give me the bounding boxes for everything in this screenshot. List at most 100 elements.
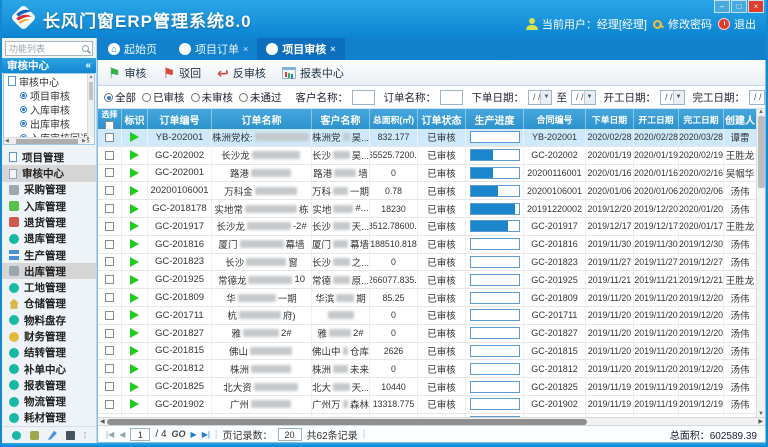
sidebar-menu-item[interactable]: 耗材管理 xyxy=(2,410,96,426)
row-checkbox[interactable] xyxy=(105,222,114,231)
sidebar-menu-item[interactable]: 结转管理 xyxy=(2,345,96,361)
dropdown-icon[interactable]: ▼ xyxy=(584,91,595,104)
dropdown-icon[interactable]: ▼ xyxy=(540,91,551,104)
start-date-input[interactable]: / / ▼ xyxy=(660,90,685,105)
go-button[interactable]: GO xyxy=(172,429,186,439)
table-row[interactable]: GC-201816 厦门幕墙 厦门幕墙 188510.818 已审核 xyxy=(98,236,756,254)
tree-vertical-scrollbar[interactable]: ▲ xyxy=(87,74,94,137)
collapse-icon[interactable]: « xyxy=(85,60,91,71)
sidebar-menu-item[interactable]: 项目管理 xyxy=(2,149,96,165)
column-header-area[interactable]: 总面积(㎡) xyxy=(370,109,418,129)
scrollbar-thumb[interactable] xyxy=(107,419,587,425)
table-row[interactable]: GC-201815 佛山 佛山中仓库 2626 已审核 xyxy=(98,343,756,361)
sidebar-menu-item[interactable]: 生产管理 xyxy=(2,247,96,263)
select-all-checkbox[interactable] xyxy=(105,121,114,130)
pen-icon[interactable] xyxy=(48,431,57,440)
status-radio[interactable]: 未审核 xyxy=(191,90,234,105)
table-row[interactable]: GC-201711 杭府) 0 已审核 xyxy=(98,307,756,325)
toolbar-button[interactable]: 驳回 xyxy=(163,65,202,81)
customer-name-input[interactable] xyxy=(352,90,375,105)
column-header-start-date[interactable]: 开工日期 xyxy=(634,109,679,129)
row-checkbox[interactable] xyxy=(105,257,114,266)
last-page-button[interactable]: ▶| xyxy=(202,430,210,439)
sidebar-menu-item[interactable]: 退库管理 xyxy=(2,231,96,247)
radio-icon[interactable] xyxy=(142,93,151,102)
table-row[interactable]: GC-2018178 实地常栋 实地#... 18230 已审核 xyxy=(98,200,756,218)
radio-icon[interactable] xyxy=(191,93,200,102)
table-row[interactable]: GC-202001 路港 路港墙 0 已审核 xyxy=(98,165,756,183)
table-row[interactable]: GC-201825 北大资 北大天... 10440 已审核 xyxy=(98,378,756,396)
close-button[interactable]: × xyxy=(748,0,764,13)
table-row[interactable]: GC-201812 株洲 株洲未来 0 已审核 xyxy=(98,360,756,378)
tree-item[interactable]: 入库审核 xyxy=(4,102,94,116)
cart-icon[interactable] xyxy=(30,431,39,440)
column-header-order-name[interactable]: 订单名称 xyxy=(212,109,312,129)
toolbar-button[interactable]: 反审核 xyxy=(217,65,266,81)
more-icon[interactable]: ⁞ xyxy=(84,431,86,440)
status-radio[interactable]: 全部 xyxy=(104,90,136,105)
order-name-input[interactable] xyxy=(440,90,463,105)
sidebar-menu-item[interactable]: 工地管理 xyxy=(2,279,96,295)
table-row[interactable]: GC-201823 长沙窗 长沙之... 0 已审核 xyxy=(98,254,756,272)
column-header-customer[interactable]: 客户名称 xyxy=(312,109,370,129)
change-password-button[interactable]: 修改密码 xyxy=(653,16,712,32)
table-row[interactable]: GC-201925 常德龙10 常德原... 266077.835.. 已审核 xyxy=(98,271,756,289)
tree-horizontal-scrollbar[interactable]: ◀▶ xyxy=(4,137,87,144)
dot-icon[interactable] xyxy=(12,431,21,440)
page-size-input[interactable]: 20 xyxy=(278,428,302,441)
tab[interactable]: ⌂ 起始页 xyxy=(99,38,170,60)
column-header-creator[interactable]: 创建人 xyxy=(724,109,756,129)
row-checkbox[interactable] xyxy=(105,364,114,373)
row-checkbox[interactable] xyxy=(105,240,114,249)
sidebar-menu-item[interactable]: 物料盘存 xyxy=(2,312,96,328)
sidebar-menu-item[interactable]: 出库管理 xyxy=(2,263,96,279)
maximize-button[interactable]: □ xyxy=(731,0,747,13)
tree-item[interactable]: 出库审核 xyxy=(4,116,94,130)
horizontal-scrollbar[interactable]: ◀ ▶ xyxy=(98,417,765,425)
row-checkbox[interactable] xyxy=(105,186,114,195)
sidebar-menu-item[interactable]: 入库管理 xyxy=(2,198,96,214)
book-icon[interactable] xyxy=(66,431,75,440)
column-header-finish-date[interactable]: 完工日期 xyxy=(679,109,724,129)
row-checkbox[interactable] xyxy=(105,151,114,160)
logout-button[interactable]: 退出 xyxy=(718,16,756,32)
sidebar-menu-item[interactable]: 补单中心 xyxy=(2,361,96,377)
table-row[interactable]: GC-201902 广州 广州万森林 13318.775 已审核 xyxy=(98,396,756,414)
row-checkbox[interactable] xyxy=(105,293,114,302)
column-header-progress[interactable]: 生产进度 xyxy=(466,109,524,129)
close-tab-icon[interactable]: × xyxy=(243,44,248,54)
tab[interactable]: 项目订单 × xyxy=(170,38,257,60)
toolbar-button[interactable]: 报表中心 xyxy=(282,65,344,81)
page-number-input[interactable]: 1 xyxy=(130,428,150,441)
sidebar-menu-item[interactable]: 物流管理 xyxy=(2,394,96,410)
column-header-flag[interactable]: 标识 xyxy=(122,109,148,129)
sidebar-menu-item[interactable]: 报表管理 xyxy=(2,377,96,393)
sidebar-menu-item[interactable]: 审核中心 xyxy=(2,165,96,181)
column-header-status[interactable]: 订单状态 xyxy=(418,109,466,129)
row-checkbox[interactable] xyxy=(105,133,114,142)
order-date-end-input[interactable]: / / ▼ xyxy=(571,90,596,105)
row-checkbox[interactable] xyxy=(105,204,114,213)
row-checkbox[interactable] xyxy=(105,400,114,409)
radio-icon[interactable] xyxy=(239,93,248,102)
tab[interactable]: 项目审核 × xyxy=(257,38,344,60)
toolbar-button[interactable]: 审核 xyxy=(108,65,147,81)
prev-page-button[interactable]: ◀ xyxy=(119,430,125,439)
search-icon[interactable] xyxy=(82,45,89,52)
scrollbar-thumb[interactable] xyxy=(758,116,765,188)
table-row[interactable]: YB-202001 株洲党校: 株洲党昊... 832.177 已审核 xyxy=(98,129,756,147)
tree-root-audit-center[interactable]: 审核中心 xyxy=(4,74,94,88)
column-header-select[interactable]: 选择 xyxy=(98,109,122,129)
row-checkbox[interactable] xyxy=(105,329,114,338)
order-date-input[interactable]: / / ▼ xyxy=(528,90,553,105)
table-row[interactable]: GC-201809 华一期 华滨期 85.25 已审核 xyxy=(98,289,756,307)
row-checkbox[interactable] xyxy=(105,346,114,355)
tree-item[interactable]: 项目审核 xyxy=(4,88,94,102)
scroll-left-icon[interactable]: ◀ xyxy=(98,418,107,425)
table-row[interactable]: GC-201917 长沙龙-2# 长沙天... 8512.78600.. 已审核 xyxy=(98,218,756,236)
status-radio[interactable]: 未通过 xyxy=(239,90,282,105)
first-page-button[interactable]: |◀ xyxy=(106,430,114,439)
sidebar-menu-item[interactable]: 退货管理 xyxy=(2,214,96,230)
column-header-order-no[interactable]: 订单编号 xyxy=(148,109,212,129)
finish-date-input[interactable]: / / xyxy=(749,90,765,105)
